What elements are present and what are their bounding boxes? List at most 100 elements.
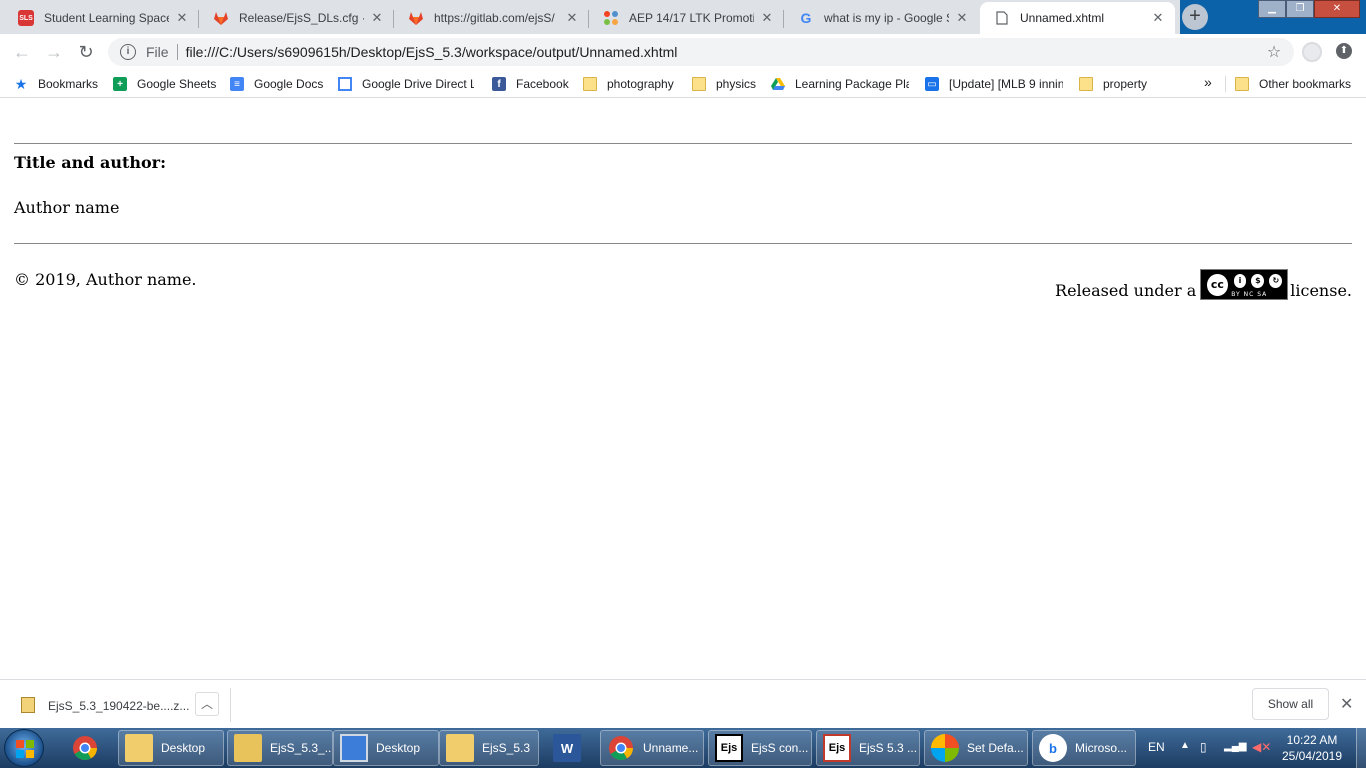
profile-avatar-icon[interactable] xyxy=(1302,42,1322,62)
bookmark-label: Facebook xyxy=(516,77,569,91)
gitlab-icon xyxy=(408,10,424,26)
defaults-icon xyxy=(931,734,959,762)
taskbar-item-set-defaults[interactable]: Set Defa... xyxy=(924,730,1028,766)
tab-unnamed-xhtml[interactable]: Unnamed.xhtml ✕ xyxy=(980,2,1175,34)
system-clock[interactable]: 10:22 AM 25/04/2019 xyxy=(1276,732,1348,764)
taskbar-item-ejss-console[interactable]: Ejs EjsS con... xyxy=(708,730,812,766)
taskbar-chrome-pinned[interactable] xyxy=(64,730,110,766)
clock-date: 25/04/2019 xyxy=(1281,749,1343,763)
reload-icon[interactable]: ↻ xyxy=(74,40,98,64)
url-text[interactable]: file:///C:/Users/s6909615h/Desktop/EjsS_… xyxy=(186,44,1262,60)
taskbar-item-desktop[interactable]: Desktop xyxy=(333,730,439,766)
bookmark-label: Other bookmarks xyxy=(1259,77,1352,91)
tab-release-ejss[interactable]: Release/EjsS_DLs.cfg · m ✕ xyxy=(199,2,394,34)
folder-icon xyxy=(125,734,153,762)
bookmark-google-docs[interactable]: ≡ Google Docs xyxy=(230,75,323,93)
show-desktop-button[interactable] xyxy=(1356,728,1366,768)
tab-title: Student Learning Space xyxy=(44,11,169,25)
bookmark-star-icon[interactable]: ☆ xyxy=(1262,42,1286,62)
bookmark-other-bookmarks[interactable]: Other bookmarks xyxy=(1235,75,1351,93)
bookmark-photography[interactable]: photography xyxy=(583,75,674,93)
cc-by-nc-sa-badge[interactable]: cc i $ ↻ BY NC SA xyxy=(1200,269,1289,300)
language-indicator[interactable]: EN xyxy=(1148,740,1165,754)
bookmark-property[interactable]: property xyxy=(1079,75,1147,93)
game-icon: ▭ xyxy=(925,77,939,91)
bookmark-facebook[interactable]: f Facebook xyxy=(492,75,569,93)
chrome-icon xyxy=(607,734,635,762)
bookmark-bookmarks[interactable]: ★ Bookmarks xyxy=(14,75,98,93)
chrome-icon xyxy=(71,734,99,762)
browser-toolbar: ← → ↻ i File file:///C:/Users/s6909615h/… xyxy=(0,34,1366,70)
download-item-name[interactable]: EjsS_5.3_190422-be....z... xyxy=(48,699,189,713)
forward-arrow-icon[interactable]: → xyxy=(42,40,66,64)
bookmark-label: property xyxy=(1103,77,1148,91)
close-icon[interactable]: ✕ xyxy=(1340,694,1353,714)
taskbar-label: Unname... xyxy=(643,741,699,755)
taskbar-word[interactable]: W xyxy=(546,730,592,766)
tab-aep-promotion[interactable]: AEP 14/17 LTK Promotin ✕ xyxy=(589,2,784,34)
title-author-heading: Title and author: xyxy=(14,153,166,172)
cc-icon: cc xyxy=(1205,271,1230,298)
star-icon: ★ xyxy=(14,75,28,92)
taskbar-item-ejss-zip[interactable]: EjsS_5.3_... xyxy=(227,730,333,766)
bookmarks-overflow-chevron[interactable]: » xyxy=(1204,73,1212,91)
google-icon: G xyxy=(800,10,812,26)
start-button[interactable] xyxy=(4,729,44,767)
license-notice: Released under a cc i $ ↻ BY NC SA licen… xyxy=(1055,269,1352,300)
window-close-button[interactable]: ✕ xyxy=(1314,0,1360,18)
download-shelf: EjsS_5.3_190422-be....z... ︿ Show all ✕ xyxy=(0,679,1366,728)
taskbar-item-microsoft[interactable]: b Microso... xyxy=(1032,730,1136,766)
license-prefix: Released under a xyxy=(1055,281,1197,300)
bookmark-label: [Update] [MLB 9 innin xyxy=(949,77,1063,91)
close-icon[interactable]: ✕ xyxy=(370,10,384,26)
maximize-button[interactable]: ❐ xyxy=(1286,0,1314,18)
tray-expand-icon[interactable]: ▲ xyxy=(1180,740,1190,751)
tab-title: Release/EjsS_DLs.cfg · m xyxy=(239,11,364,25)
taskbar-item-ejss-folder[interactable]: EjsS_5.3 xyxy=(439,730,539,766)
close-icon[interactable]: ✕ xyxy=(955,10,969,26)
address-divider xyxy=(176,44,178,60)
folder-icon xyxy=(1235,77,1249,91)
chevron-up-icon[interactable]: ︿ xyxy=(195,692,219,716)
sls-icon: SLS xyxy=(18,10,34,26)
taskbar-label: Set Defa... xyxy=(967,741,1024,755)
taskbar-label: EjsS 5.3 ... xyxy=(859,741,918,755)
taskbar-item-desktop-folder[interactable]: Desktop xyxy=(118,730,224,766)
taskbar-item-ejss-53[interactable]: Ejs EjsS 5.3 ... xyxy=(816,730,920,766)
bookmark-label: Bookmarks xyxy=(38,77,99,91)
close-icon[interactable]: ✕ xyxy=(760,10,774,26)
close-icon[interactable]: ✕ xyxy=(1151,10,1165,26)
docs-icon: ≡ xyxy=(230,77,244,91)
network-signal-icon[interactable]: ▂▄▆ xyxy=(1224,741,1246,752)
bookmark-learning-package[interactable]: Learning Package Pla xyxy=(771,75,909,93)
license-suffix: license. xyxy=(1290,281,1352,300)
minimize-button[interactable]: ▁ xyxy=(1258,0,1286,18)
zip-file-icon xyxy=(21,697,35,713)
back-arrow-icon[interactable]: ← xyxy=(10,40,34,64)
bookmark-mlb-9-innings[interactable]: ▭ [Update] [MLB 9 innin xyxy=(925,75,1063,93)
author-name: Author name xyxy=(14,198,120,217)
tab-what-is-my-ip[interactable]: G what is my ip - Google S ✕ xyxy=(784,2,979,34)
close-icon[interactable]: ✕ xyxy=(175,10,189,26)
power-plug-icon[interactable]: ▯ xyxy=(1200,740,1207,754)
show-all-button[interactable]: Show all xyxy=(1252,688,1329,720)
bookmark-label: photography xyxy=(607,77,674,91)
close-icon[interactable]: ✕ xyxy=(565,10,579,26)
new-tab-button[interactable]: + xyxy=(1182,4,1208,30)
bookmark-label: Learning Package Pla xyxy=(795,77,909,91)
folder-icon xyxy=(446,734,474,762)
bookmark-physics[interactable]: physics xyxy=(692,75,756,93)
volume-muted-icon[interactable]: ◀✕ xyxy=(1252,740,1271,754)
bookmark-google-drive-direct[interactable]: Google Drive Direct L xyxy=(338,75,474,93)
sheets-icon: + xyxy=(113,77,127,91)
bookmark-google-sheets[interactable]: + Google Sheets xyxy=(113,75,216,93)
chrome-menu-icon[interactable]: ⬆ xyxy=(1336,43,1352,59)
bookmark-label: Google Sheets xyxy=(137,77,217,91)
info-icon[interactable]: i xyxy=(120,44,136,60)
address-bar[interactable]: i File file:///C:/Users/s6909615h/Deskto… xyxy=(108,38,1294,66)
tab-student-learning-space[interactable]: SLS Student Learning Space ✕ xyxy=(4,2,199,34)
taskbar-item-unnamed-chrome[interactable]: Unname... xyxy=(600,730,704,766)
tab-gitlab-ejss[interactable]: https://gitlab.com/ejsS/ ✕ xyxy=(394,2,589,34)
windows-logo-icon xyxy=(16,740,34,758)
drive-direct-icon xyxy=(338,77,352,91)
